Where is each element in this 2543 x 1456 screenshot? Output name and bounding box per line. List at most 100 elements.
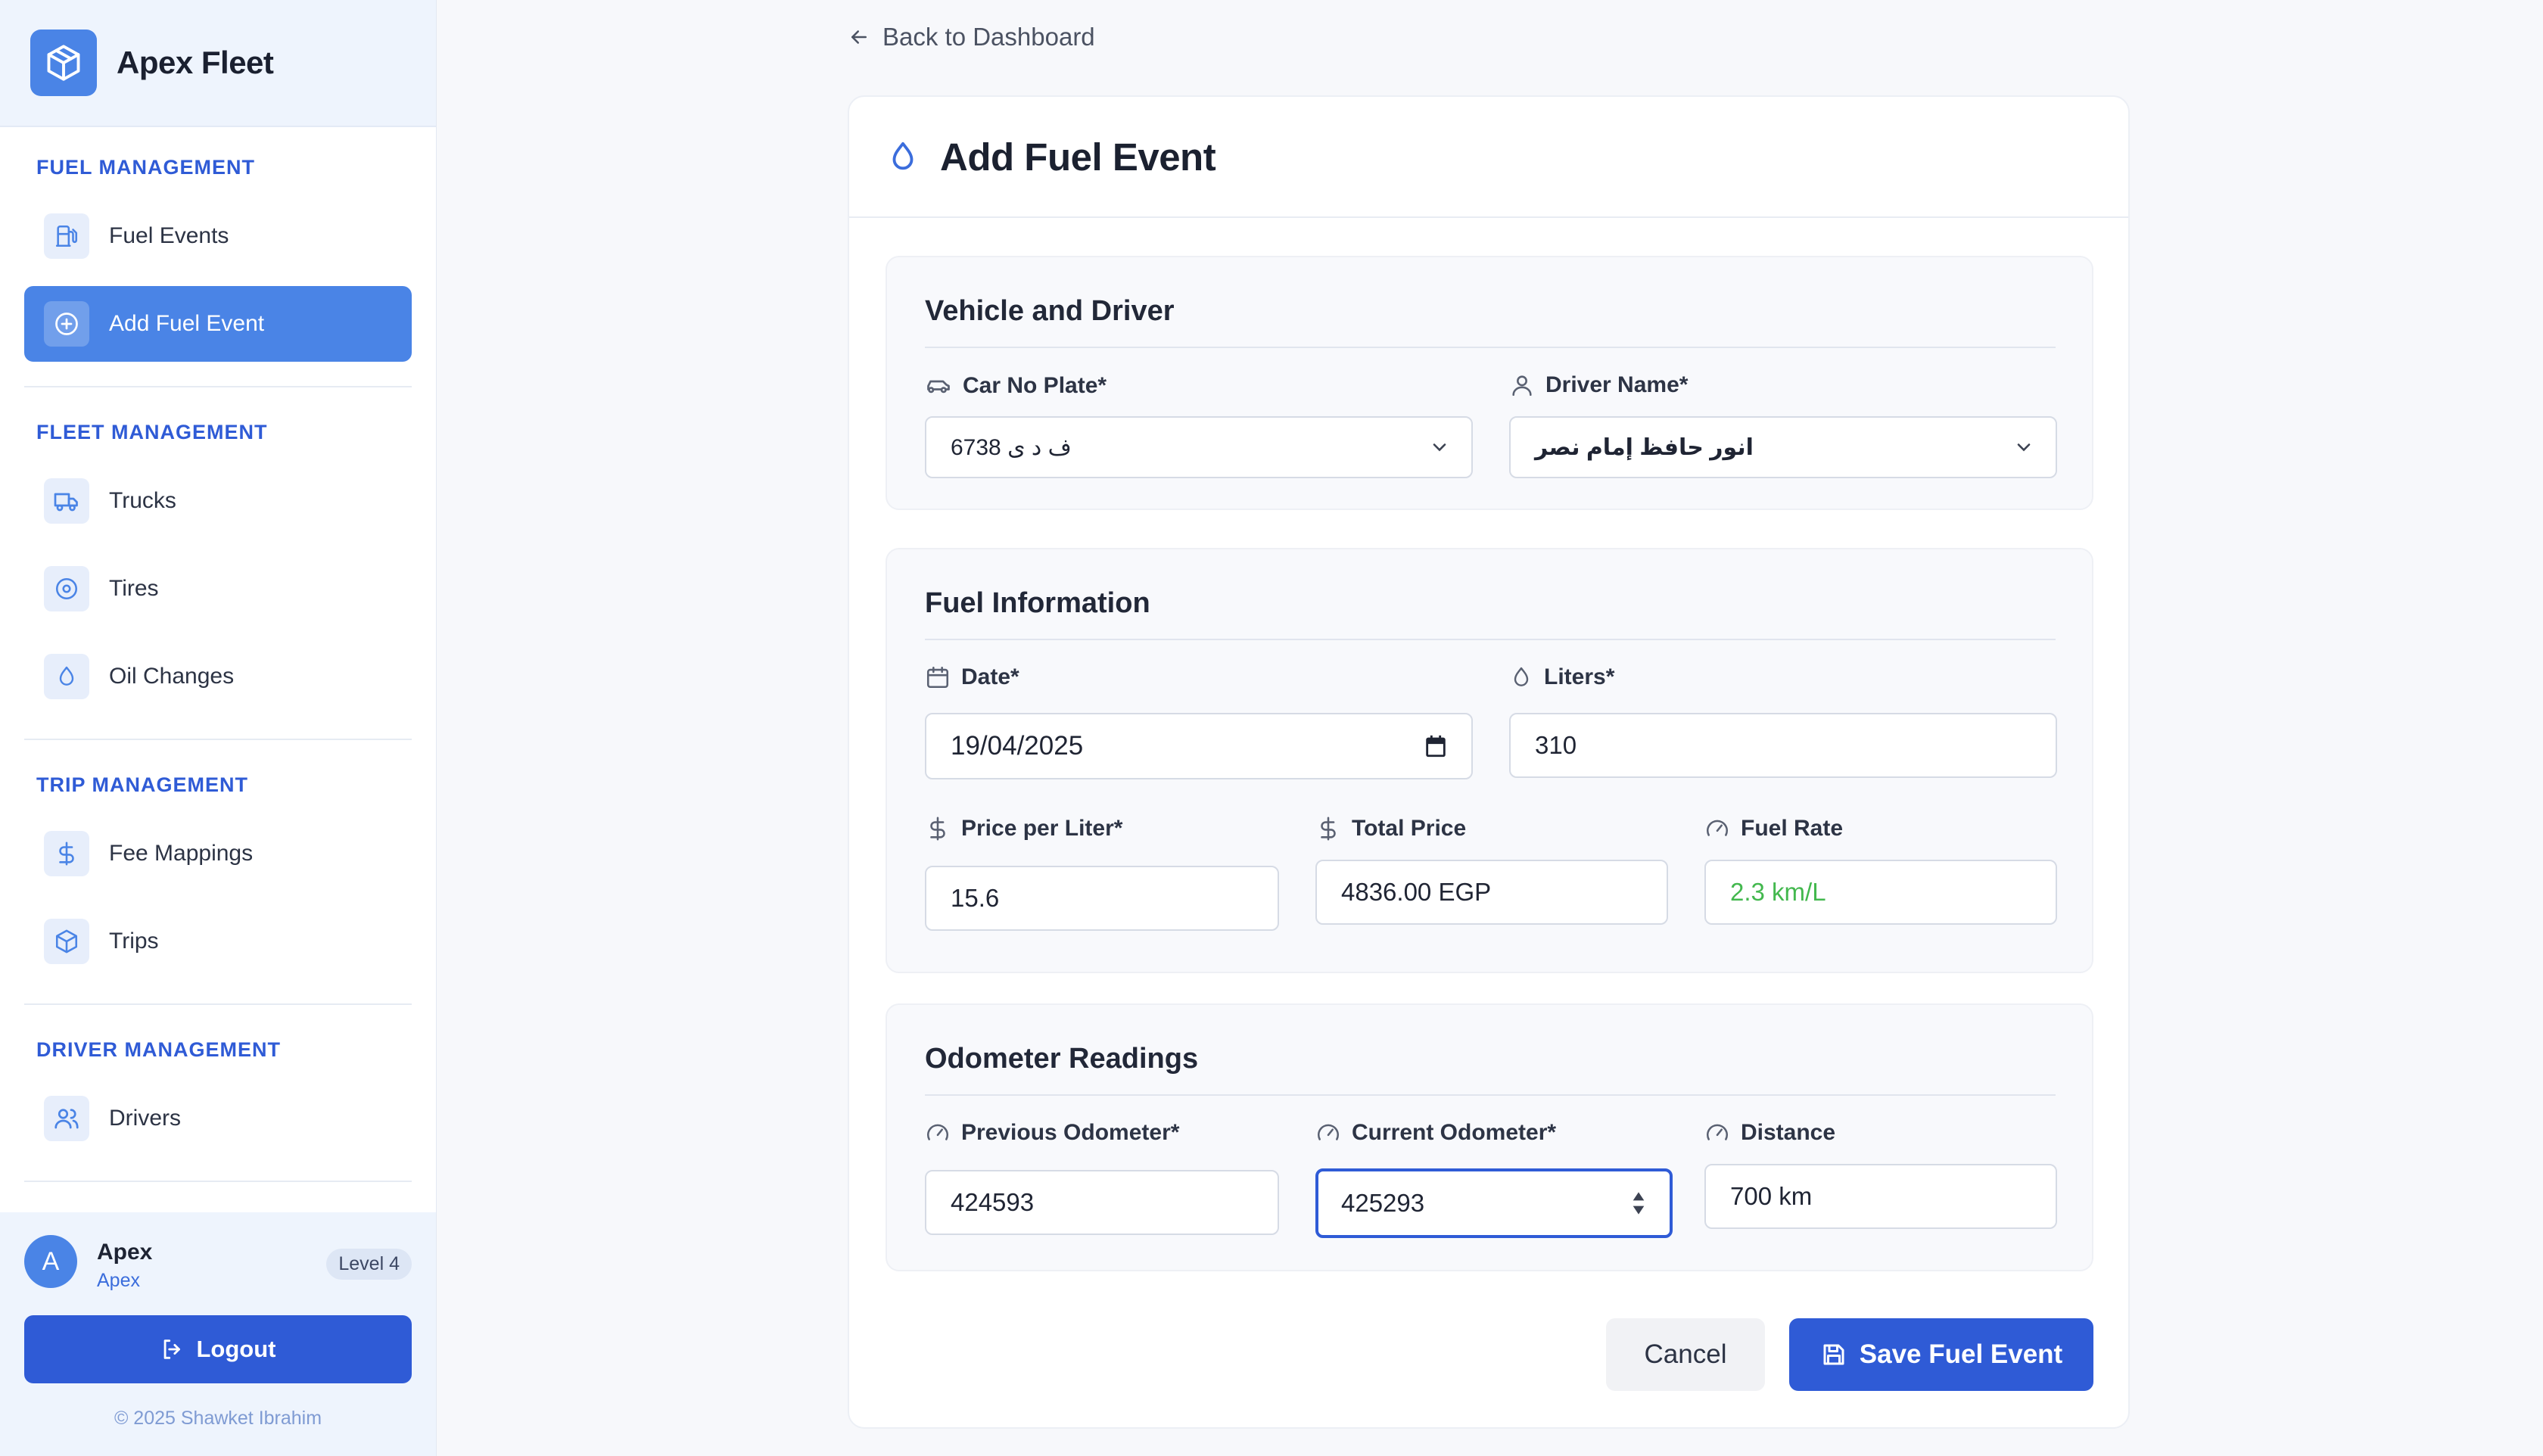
plus-circle-icon <box>44 301 89 347</box>
droplet-icon <box>892 142 914 170</box>
sidebar-item-label: Oil Changes <box>109 664 235 689</box>
sidebar-divider <box>24 1003 412 1005</box>
cancel-label: Cancel <box>1644 1339 1727 1369</box>
sidebar-item-label: Trips <box>109 929 159 954</box>
previous-odometer-label: Previous Odometer* <box>925 1120 1179 1146</box>
distance-label-text: Distance <box>1741 1120 1836 1145</box>
tire-icon <box>44 566 89 611</box>
sidebar-item-drivers[interactable]: Drivers <box>24 1081 412 1156</box>
avatar[interactable]: A <box>24 1235 77 1288</box>
rate-label-text: Fuel Rate <box>1741 816 1844 841</box>
fuel-rate-field: 2.3 km/L <box>1704 860 2057 925</box>
date-label: Date* <box>925 664 1019 690</box>
sidebar-item-fee-mappings[interactable]: Fee Mappings <box>24 816 412 891</box>
price-per-liter-label: Price per Liter* <box>925 816 1122 842</box>
section-title: Odometer Readings <box>925 1043 1199 1075</box>
sidebar-item-label: Tires <box>109 576 159 601</box>
calendar-picker-icon[interactable] <box>1423 733 1449 759</box>
current-odometer-input[interactable]: 425293 <box>1315 1168 1673 1238</box>
price-value: 15.6 <box>951 884 1000 912</box>
sidebar-item-label: Fuel Events <box>109 223 229 248</box>
calendar-icon <box>926 666 949 689</box>
liters-value: 310 <box>1535 731 1577 759</box>
brand-header: Apex Fleet <box>0 0 436 127</box>
back-to-dashboard-link[interactable]: Back to Dashboard <box>848 23 1095 51</box>
user-icon <box>1512 375 1532 397</box>
chevron-down-icon <box>2017 443 2031 452</box>
sidebar-item-label: Fee Mappings <box>109 841 254 866</box>
sidebar-divider <box>24 1181 412 1182</box>
car-icon <box>927 380 950 394</box>
package-icon <box>44 919 89 964</box>
gauge-icon <box>1706 820 1729 836</box>
vehicle-driver-section: Vehicle and Driver Car No Plate* ف د ى 6… <box>886 256 2093 510</box>
date-input[interactable]: 19/04/2025 <box>925 713 1473 779</box>
sidebar-item-add-fuel-event[interactable]: Add Fuel Event <box>24 286 412 362</box>
save-fuel-event-button[interactable]: Save Fuel Event <box>1789 1318 2093 1391</box>
droplet-icon <box>44 654 89 699</box>
back-label: Back to Dashboard <box>882 23 1095 51</box>
arrow-left-icon <box>851 30 867 44</box>
previous-label-text: Previous Odometer* <box>961 1120 1180 1145</box>
sidebar-item-label: Drivers <box>109 1106 181 1131</box>
date-label-text: Date* <box>961 664 1019 689</box>
dollar-icon <box>930 817 945 841</box>
date-value: 19/04/2025 <box>951 731 1084 761</box>
number-stepper-icon[interactable] <box>1630 1187 1647 1220</box>
sidebar-item-trips[interactable]: Trips <box>24 904 412 979</box>
sidebar-item-trucks[interactable]: Trucks <box>24 463 412 539</box>
section-title-fleet-management: FLEET MANAGEMENT <box>36 421 268 443</box>
current-value: 425293 <box>1341 1189 1425 1217</box>
previous-odometer-input[interactable]: 424593 <box>925 1170 1279 1235</box>
sidebar-item-tires[interactable]: Tires <box>24 551 412 627</box>
sidebar-item-oil-changes[interactable]: Oil Changes <box>24 639 412 714</box>
cube-icon[interactable] <box>30 30 97 96</box>
logout-button[interactable]: Logout <box>24 1315 412 1383</box>
page-title: Add Fuel Event <box>940 135 1216 179</box>
sidebar-item-label: Trucks <box>109 488 176 513</box>
current-odometer-label: Current Odometer* <box>1315 1120 1556 1146</box>
driver-name-value: انور حافظ إمام نصر <box>1535 434 1754 460</box>
previous-value: 424593 <box>951 1188 1035 1216</box>
section-divider <box>925 347 2056 348</box>
level-badge: Level 4 <box>326 1249 412 1280</box>
section-divider <box>925 639 2056 640</box>
sidebar-item-label: Add Fuel Event <box>109 311 265 336</box>
droplet-icon <box>1514 667 1529 686</box>
car-plate-select[interactable]: ف د ى 6738 <box>925 416 1473 478</box>
sidebar-item-fuel-events[interactable]: Fuel Events <box>24 198 412 274</box>
price-per-liter-input[interactable]: 15.6 <box>925 866 1279 931</box>
save-icon <box>1823 1344 1844 1365</box>
user-role: Apex <box>97 1270 140 1291</box>
chevron-down-icon <box>1433 443 1446 452</box>
driver-name-label: Driver Name* <box>1509 372 1688 398</box>
total-label-text: Total Price <box>1352 816 1467 841</box>
liters-input[interactable]: 310 <box>1509 713 2057 778</box>
section-title-fuel-management: FUEL MANAGEMENT <box>36 156 255 179</box>
car-plate-value: ف د ى 6738 <box>951 434 1072 460</box>
distance-label: Distance <box>1704 1120 1835 1146</box>
truck-icon <box>44 478 89 524</box>
driver-name-label-text: Driver Name* <box>1545 372 1689 397</box>
gauge-icon <box>1706 1124 1729 1140</box>
current-label-text: Current Odometer* <box>1352 1120 1557 1145</box>
total-value: 4836.00 EGP <box>1341 878 1492 906</box>
app-root: Apex Fleet FUEL MANAGEMENT Fuel Events A… <box>0 0 2543 1456</box>
car-plate-label-text: Car No Plate* <box>963 373 1107 398</box>
section-title-trip-management: TRIP MANAGEMENT <box>36 773 249 796</box>
odometer-readings-section: Odometer Readings Previous Odometer* 424… <box>886 1003 2093 1271</box>
fuel-rate-label: Fuel Rate <box>1704 816 1843 842</box>
card-header: Add Fuel Event <box>849 97 2128 218</box>
distance-value: 700 km <box>1730 1182 1813 1210</box>
fuel-information-section: Fuel Information Date* 19/04/2025 Liters… <box>886 548 2093 973</box>
users-icon <box>44 1096 89 1141</box>
sidebar-divider <box>24 386 412 387</box>
cancel-button[interactable]: Cancel <box>1606 1318 1765 1391</box>
logout-icon <box>164 1339 181 1359</box>
driver-name-select[interactable]: انور حافظ إمام نصر <box>1509 416 2057 478</box>
section-divider <box>925 1094 2056 1096</box>
gauge-icon <box>1317 1124 1340 1140</box>
app-name: Apex Fleet <box>117 45 274 80</box>
copyright: © 2025 Shawket Ibrahim <box>114 1408 322 1429</box>
liters-label-text: Liters* <box>1544 664 1615 689</box>
